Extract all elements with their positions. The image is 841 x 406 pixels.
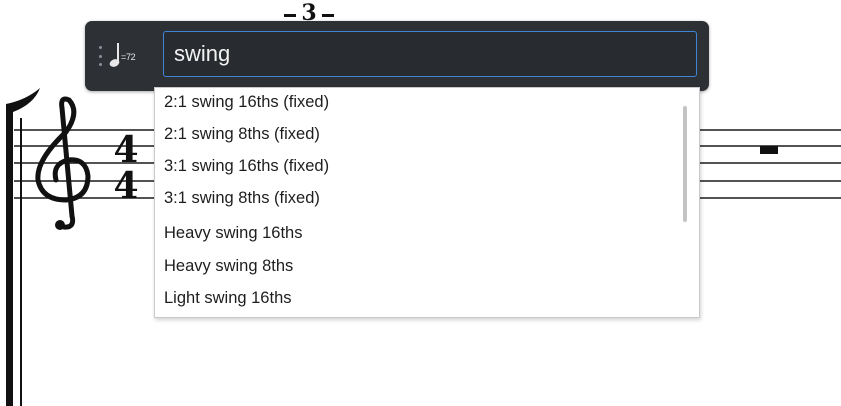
autocomplete-option[interactable]: Heavy swing 8ths (164, 254, 293, 286)
autocomplete-option[interactable]: 3:1 swing 16ths (fixed) (164, 154, 329, 186)
autocomplete-option[interactable]: Heavy swing 16ths (164, 221, 303, 253)
autocomplete-option[interactable]: 2:1 swing 16ths (fixed) (164, 90, 329, 122)
tempo-marking: =72 (109, 42, 153, 68)
quarter-note-icon (109, 43, 120, 67)
popover-search-input[interactable] (163, 31, 697, 77)
treble-clef-icon (35, 96, 91, 230)
autocomplete-dropdown: 2:1 swing 16ths (fixed) 2:1 swing 8ths (… (154, 87, 700, 318)
tempo-value: =72 (121, 52, 136, 62)
whole-rest-icon (760, 146, 778, 154)
time-signature-denominator: 4 (113, 165, 138, 207)
autocomplete-option[interactable]: Light swing 16ths (164, 286, 292, 318)
tempo-popover: =72 (85, 21, 709, 91)
dropdown-scrollbar[interactable] (683, 106, 687, 222)
drag-handle-icon[interactable] (97, 46, 103, 66)
autocomplete-option[interactable]: 3:1 swing 8ths (fixed) (164, 186, 320, 218)
autocomplete-option[interactable]: 2:1 swing 8ths (fixed) (164, 122, 320, 154)
system-bracket (6, 88, 40, 406)
